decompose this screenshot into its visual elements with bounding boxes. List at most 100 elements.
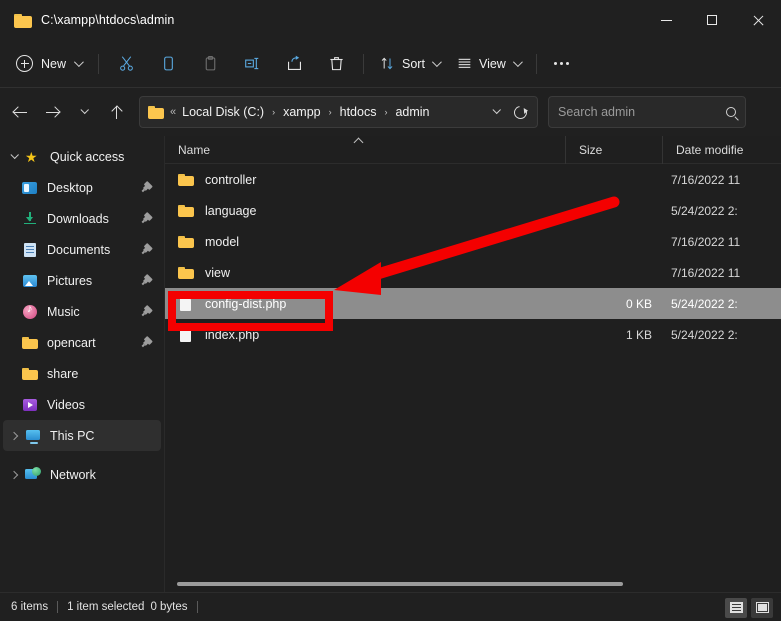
- column-header-label: Size: [579, 142, 603, 157]
- folder-icon: [178, 172, 194, 188]
- sidebar-item-label: Documents: [47, 242, 111, 257]
- column-header-size[interactable]: Size: [565, 136, 662, 164]
- breadcrumb-overflow[interactable]: «: [170, 106, 176, 118]
- sidebar-item-desktop[interactable]: Desktop: [22, 172, 161, 203]
- delete-button[interactable]: [316, 48, 356, 80]
- paste-icon: [205, 55, 215, 71]
- sidebar-item-pictures[interactable]: Pictures: [22, 265, 161, 296]
- network-icon: [25, 466, 41, 483]
- sidebar-item-share[interactable]: share: [22, 358, 161, 389]
- window-title: C:\xampp\htdocs\admin: [41, 13, 175, 27]
- view-toggle-group: [725, 593, 773, 621]
- pin-icon[interactable]: [139, 211, 155, 227]
- file-date-cell: 7/16/2022 11: [671, 265, 741, 280]
- horizontal-scrollbar[interactable]: [165, 576, 781, 592]
- sidebar-item-videos[interactable]: Videos: [22, 389, 161, 420]
- previous-locations-button[interactable]: [485, 100, 507, 124]
- sidebar-item-quick-access[interactable]: ★ Quick access: [3, 141, 161, 172]
- sidebar-item-label: Quick access: [50, 149, 125, 164]
- column-header-date-modified[interactable]: Date modifie: [662, 136, 781, 164]
- search-box[interactable]: [548, 96, 746, 128]
- cut-button[interactable]: [106, 48, 146, 80]
- arrow-left-icon: [13, 105, 28, 120]
- pin-icon[interactable]: [139, 242, 155, 258]
- search-input[interactable]: [558, 105, 722, 119]
- refresh-button[interactable]: [509, 100, 531, 124]
- column-header-label: Date modifie: [676, 142, 744, 157]
- navigation-pane: ★ Quick access Desktop Downloads Documen…: [0, 136, 165, 592]
- recent-locations-button[interactable]: [68, 96, 100, 128]
- expand-toggle[interactable]: [3, 470, 25, 479]
- php-file-icon: [178, 326, 194, 343]
- large-icons-view-button[interactable]: [751, 597, 773, 618]
- table-row-selected[interactable]: config-dist.php 0 KB 5/24/2022 2:: [165, 288, 781, 319]
- ellipsis-icon: [554, 62, 570, 65]
- up-button[interactable]: [100, 96, 132, 128]
- chevron-down-icon: [80, 105, 89, 115]
- sort-button[interactable]: Sort: [371, 48, 448, 80]
- close-button[interactable]: [735, 0, 781, 40]
- minimize-button[interactable]: [643, 0, 689, 40]
- sort-ascending-icon: [353, 137, 364, 147]
- share-button[interactable]: [274, 48, 314, 80]
- pin-icon[interactable]: [139, 180, 155, 196]
- refresh-icon: [510, 102, 530, 122]
- view-list-icon: [458, 58, 471, 68]
- breadcrumb-item-3[interactable]: admin: [393, 103, 431, 121]
- back-button[interactable]: [4, 96, 36, 128]
- sidebar-item-downloads[interactable]: Downloads: [22, 203, 161, 234]
- copy-button[interactable]: [148, 48, 188, 80]
- paste-button[interactable]: [190, 48, 230, 80]
- sidebar-item-label: Network: [50, 467, 96, 482]
- expand-toggle[interactable]: [3, 431, 25, 440]
- breadcrumb-separator: ›: [328, 107, 332, 117]
- scrollbar-thumb[interactable]: [177, 582, 623, 586]
- chevron-down-icon: [10, 150, 19, 159]
- table-row[interactable]: view 7/16/2022 11: [165, 257, 781, 288]
- folder-icon: [14, 13, 32, 28]
- toolbar-divider: [98, 53, 100, 74]
- file-date-cell: 7/16/2022 11: [671, 234, 741, 249]
- sidebar-item-documents[interactable]: Documents: [22, 234, 161, 265]
- sidebar-item-music[interactable]: Music: [22, 296, 161, 327]
- sidebar-item-label: Videos: [47, 397, 85, 412]
- expand-toggle[interactable]: [3, 150, 25, 160]
- sidebar-item-label: Pictures: [47, 273, 93, 288]
- sidebar-item-opencart[interactable]: opencart: [22, 327, 161, 358]
- view-button-label: View: [478, 56, 506, 71]
- breadcrumb-item-2[interactable]: htdocs: [338, 103, 379, 121]
- table-row[interactable]: model 7/16/2022 11: [165, 226, 781, 257]
- sidebar-item-this-pc[interactable]: This PC: [3, 420, 161, 451]
- trash-icon: [329, 57, 343, 71]
- details-view-icon: [729, 602, 743, 613]
- new-button[interactable]: New: [10, 48, 91, 80]
- file-name: controller: [205, 172, 257, 187]
- status-bar: 6 items 1 item selected 0 bytes: [0, 592, 781, 621]
- address-actions: [485, 100, 531, 124]
- maximize-button[interactable]: [689, 0, 735, 40]
- status-divider: [57, 601, 59, 613]
- column-header-name[interactable]: Name: [165, 136, 565, 164]
- table-row[interactable]: index.php 1 KB 5/24/2022 2:: [165, 319, 781, 350]
- breadcrumb-item-0[interactable]: Local Disk (C:): [180, 103, 266, 121]
- pin-icon[interactable]: [139, 304, 155, 320]
- table-row[interactable]: language 5/24/2022 2:: [165, 195, 781, 226]
- table-row[interactable]: controller 7/16/2022 11: [165, 164, 781, 195]
- pin-icon[interactable]: [139, 273, 155, 289]
- pin-icon[interactable]: [139, 335, 155, 351]
- toolbar-divider-2: [363, 53, 365, 74]
- details-view-button[interactable]: [725, 597, 747, 618]
- copy-icon: [163, 56, 173, 71]
- file-name: view: [205, 265, 231, 280]
- breadcrumb-separator: ›: [272, 107, 276, 117]
- view-button[interactable]: View: [448, 48, 529, 80]
- file-name-cell: model: [165, 234, 565, 250]
- breadcrumb-item-1[interactable]: xampp: [281, 103, 323, 121]
- address-bar[interactable]: « Local Disk (C:) › xampp › htdocs › adm…: [139, 96, 538, 128]
- sidebar-item-network[interactable]: Network: [3, 459, 161, 490]
- see-more-button[interactable]: [544, 48, 580, 80]
- chevron-down-icon: [492, 105, 501, 115]
- rename-button[interactable]: [232, 48, 272, 80]
- file-name-cell: language: [165, 203, 565, 219]
- forward-button[interactable]: [36, 96, 68, 128]
